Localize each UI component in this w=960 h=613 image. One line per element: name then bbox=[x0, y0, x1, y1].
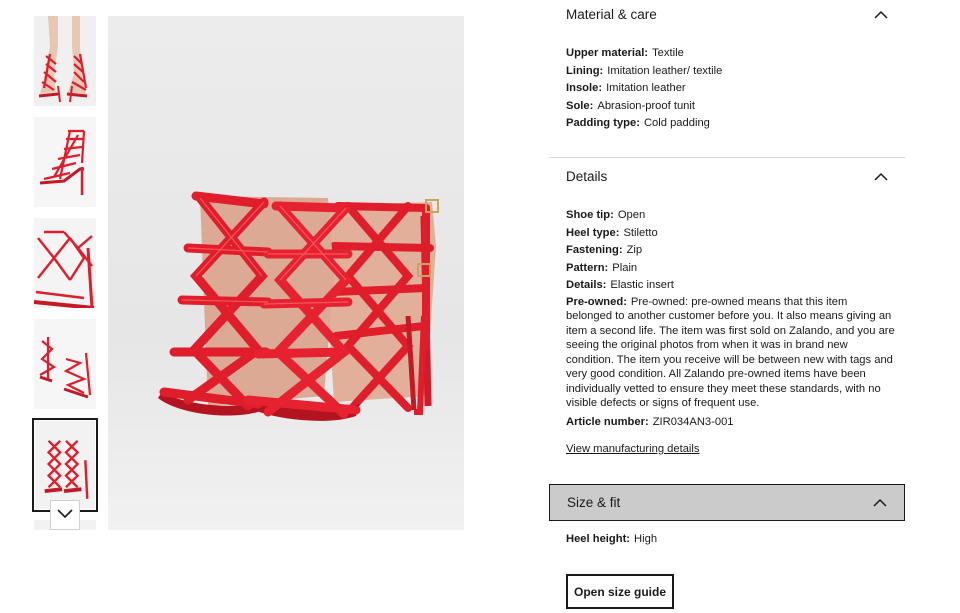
chevron-down-icon bbox=[57, 506, 73, 524]
size-fit-list: Heel height: High bbox=[566, 531, 896, 549]
thumbnail-side-view[interactable] bbox=[34, 117, 96, 207]
details-list: Shoe tip: Open Heel type: Stiletto Fasteni… bbox=[566, 207, 896, 431]
thumbnail-worn-on-feet[interactable] bbox=[34, 16, 96, 106]
thumbnail-front-pair[interactable] bbox=[32, 418, 98, 512]
attr-details: Details: Elastic insert bbox=[566, 279, 674, 291]
attr-lining: Lining: Imitation leather/ textile bbox=[566, 64, 723, 77]
thumbnail-pair-top-view[interactable] bbox=[34, 319, 96, 409]
material-care-accordion-header[interactable]: Material & care bbox=[549, 0, 905, 33]
attr-article-number: Article number: ZIR034AN3-001 bbox=[566, 415, 734, 428]
material-care-title: Material & care bbox=[566, 7, 657, 22]
details-accordion-header[interactable]: Details bbox=[549, 158, 905, 195]
chevron-up-icon bbox=[874, 169, 888, 184]
size-fit-title: Size & fit bbox=[567, 495, 621, 510]
attr-padding-type: Padding type: Cold padding bbox=[566, 117, 710, 129]
attr-pattern: Pattern: Plain bbox=[566, 261, 638, 274]
chevron-up-icon bbox=[874, 7, 888, 22]
size-fit-accordion-header[interactable]: Size & fit bbox=[549, 484, 905, 521]
open-size-guide-button[interactable]: Open size guide bbox=[566, 574, 674, 609]
attr-insole: Insole: Imitation leather bbox=[566, 82, 686, 94]
thumbnail-scroll-down-button[interactable] bbox=[50, 500, 80, 530]
view-manufacturing-details-link[interactable]: View manufacturing details bbox=[566, 443, 700, 455]
chevron-up-icon bbox=[873, 495, 887, 510]
attr-fastening: Fastening: Zip bbox=[566, 244, 643, 256]
attr-heel-type: Heel type: Stiletto bbox=[566, 226, 658, 239]
details-title: Details bbox=[566, 169, 608, 184]
attr-sole: Sole: Abrasion-proof tunit bbox=[566, 99, 695, 112]
material-care-list: Upper material: Textile Lining: Imitation … bbox=[566, 45, 896, 133]
attr-pre-owned: Pre-owned: Pre-owned: pre-owned means tha… bbox=[566, 295, 895, 410]
attr-heel-height: Heel height: High bbox=[566, 533, 658, 545]
attr-shoe-tip: Shoe tip: Open bbox=[566, 209, 646, 221]
attr-upper-material: Upper material: Textile bbox=[566, 47, 684, 59]
main-product-image[interactable] bbox=[108, 16, 464, 530]
thumbnail-back-detail[interactable] bbox=[34, 218, 96, 308]
